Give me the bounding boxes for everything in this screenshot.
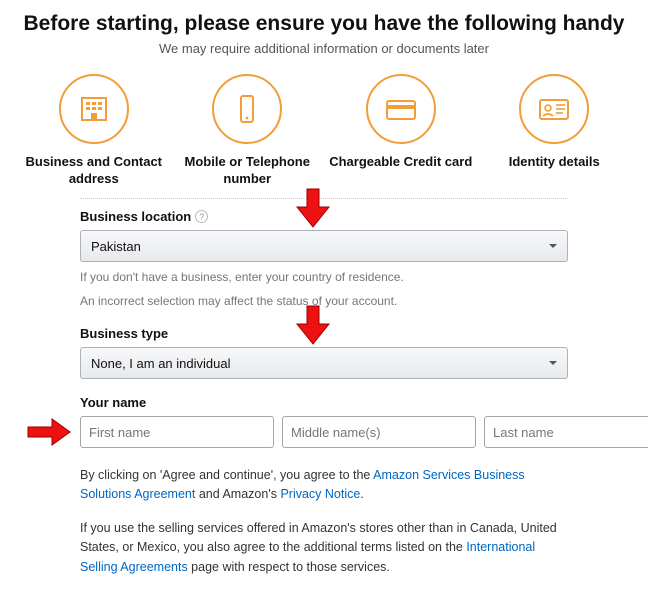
phone-icon (212, 74, 282, 144)
business-type-label: Business type (80, 326, 168, 341)
help-icon[interactable]: ? (195, 210, 208, 223)
credit-card-icon (366, 74, 436, 144)
req-credit-card: Chargeable Credit card (327, 74, 475, 188)
privacy-notice-link[interactable]: Privacy Notice (280, 487, 360, 501)
page-title: Before starting, please ensure you have … (20, 10, 628, 37)
business-location-label: Business location (80, 209, 191, 224)
middle-name-input[interactable] (282, 416, 476, 448)
hint-text: If you don't have a business, enter your… (80, 268, 568, 286)
select-value: None, I am an individual (91, 356, 230, 371)
req-label: Identity details (509, 154, 600, 171)
your-name-label: Your name (80, 395, 146, 410)
business-type-block: Business type None, I am an individual (80, 326, 568, 379)
legal-text-part: . (360, 487, 363, 501)
legal-text-part: and Amazon's (195, 487, 280, 501)
req-identity: Identity details (481, 74, 629, 188)
legal-text-part: page with respect to those services. (188, 560, 390, 574)
req-label: Chargeable Credit card (329, 154, 472, 171)
first-name-input[interactable] (80, 416, 274, 448)
annotation-arrow-right-icon (26, 417, 72, 447)
legal-text: By clicking on 'Agree and continue', you… (80, 466, 568, 577)
req-business-address: Business and Contact address (20, 74, 168, 188)
req-label: Business and Contact address (20, 154, 168, 188)
last-name-input[interactable] (484, 416, 648, 448)
requirements-row: Business and Contact address Mobile or T… (20, 74, 628, 188)
page-subtitle: We may require additional information or… (20, 41, 628, 56)
id-card-icon (519, 74, 589, 144)
legal-text-part: By clicking on 'Agree and continue', you… (80, 468, 373, 482)
business-type-select[interactable]: None, I am an individual (80, 347, 568, 379)
req-label: Mobile or Telephone number (174, 154, 322, 188)
business-location-select[interactable]: Pakistan (80, 230, 568, 262)
hint-text: An incorrect selection may affect the st… (80, 292, 568, 310)
divider (80, 198, 568, 199)
select-value: Pakistan (91, 239, 141, 254)
business-location-block: Business location ? Pakistan If you don'… (80, 209, 568, 310)
building-icon (59, 74, 129, 144)
req-mobile: Mobile or Telephone number (174, 74, 322, 188)
your-name-block: Your name (80, 395, 568, 448)
